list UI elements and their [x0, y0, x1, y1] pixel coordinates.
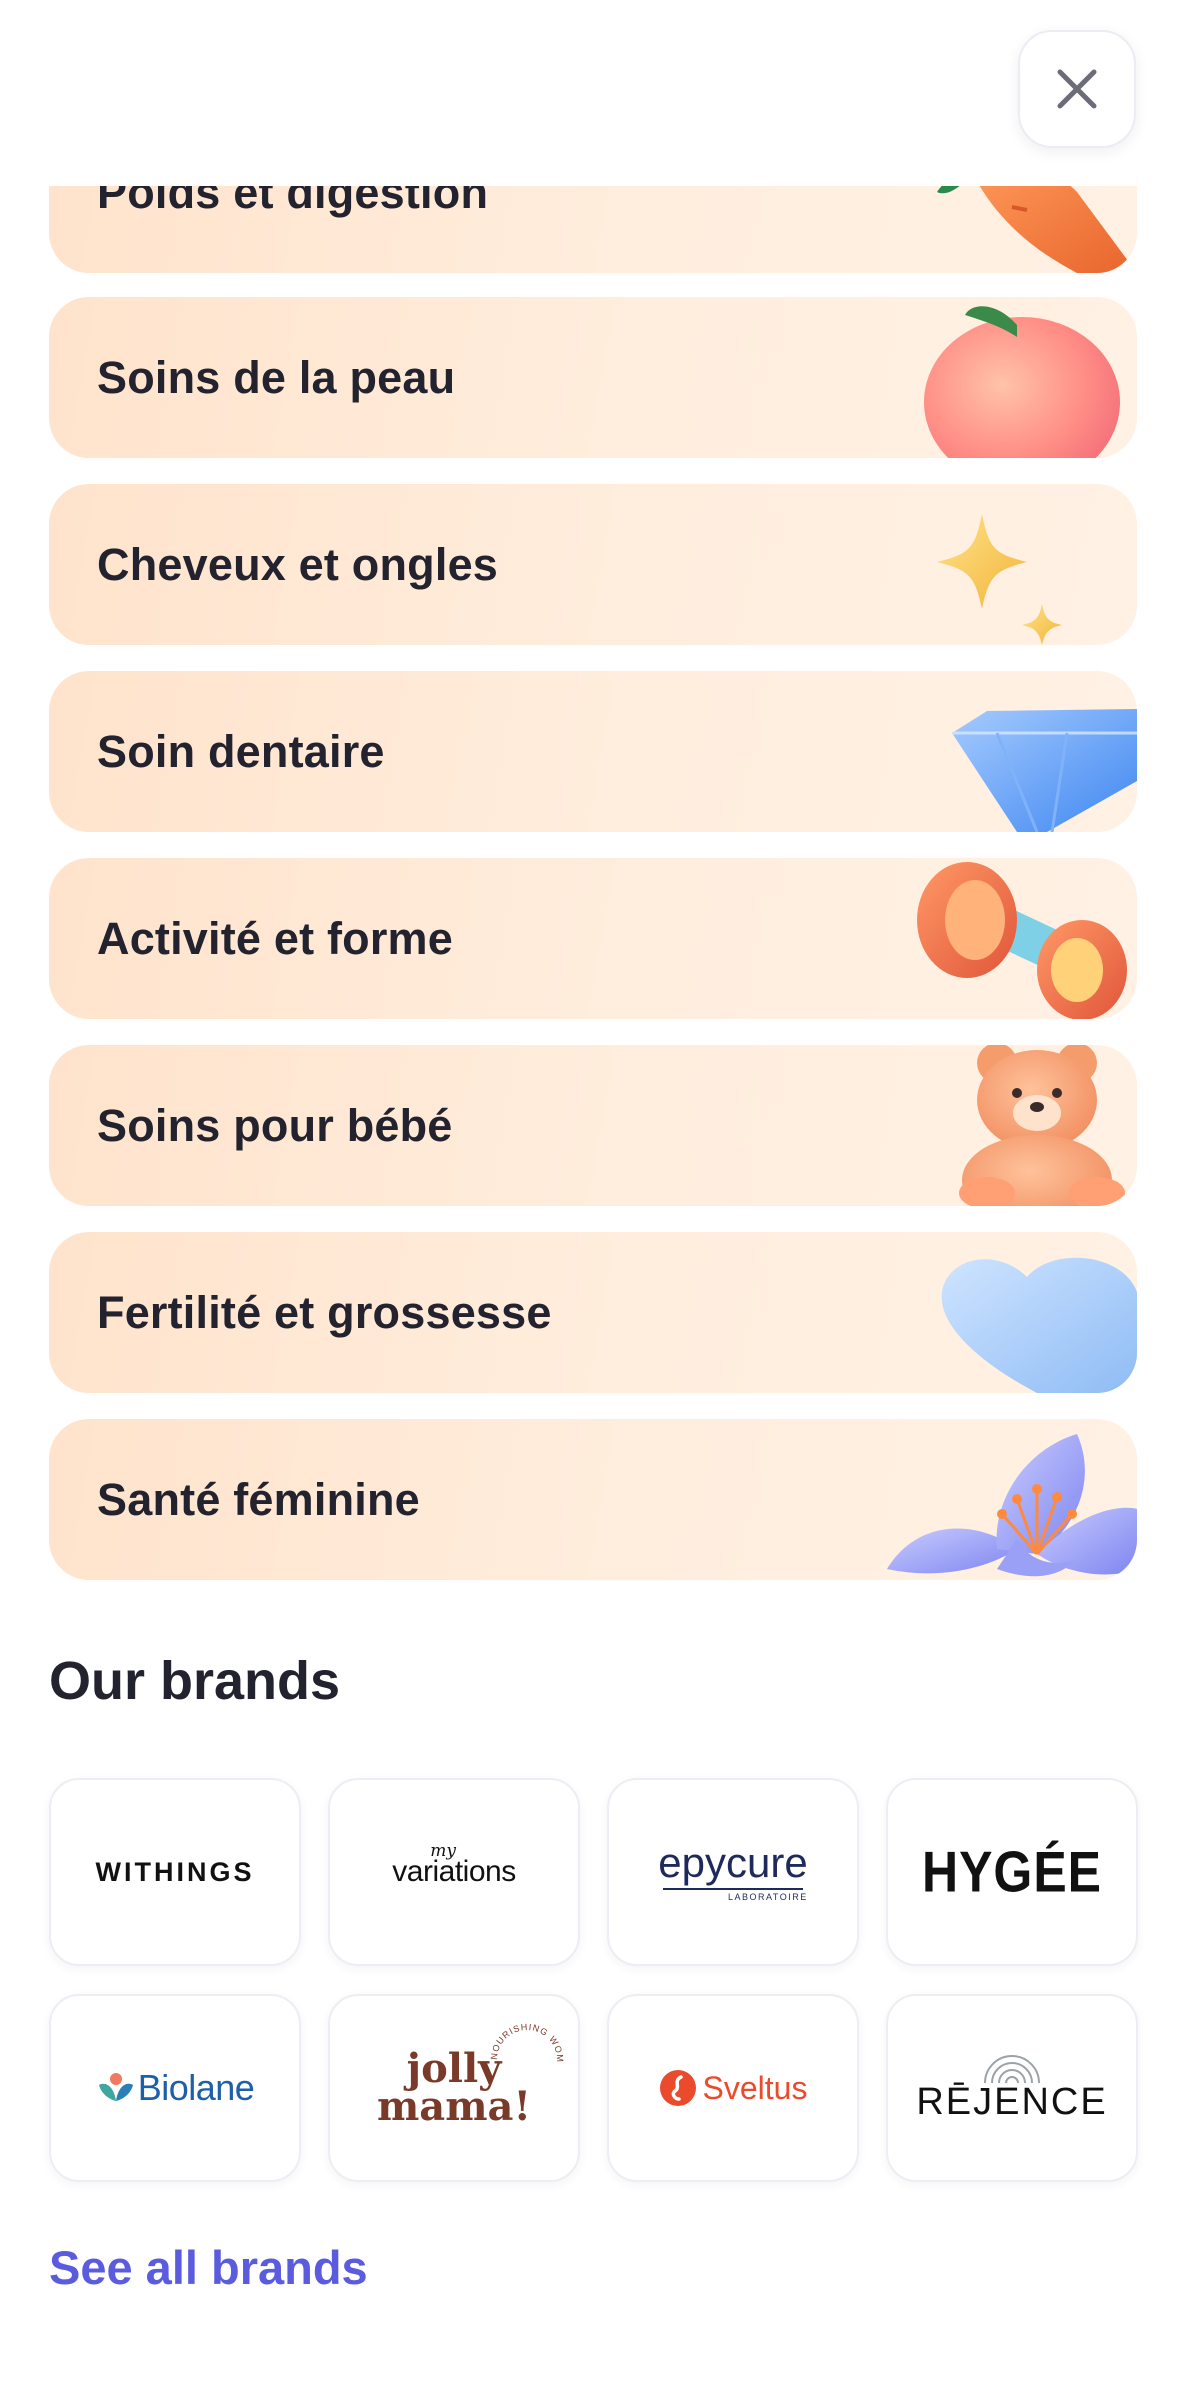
brand-logo-tag: NOURISHING WOMEN: [487, 2020, 565, 2063]
brand-logo-withings: WITHINGS: [95, 1856, 255, 1887]
category-label: Cheveux et ongles: [97, 538, 499, 590]
sheet-header: [0, 0, 1179, 186]
brand-logo-myvariations: my variations: [392, 1841, 516, 1889]
category-label: Soin dentaire: [97, 725, 385, 777]
diamond-icon: [952, 709, 1137, 832]
teddy-bear-icon: [959, 1045, 1125, 1206]
brand-tile-jollymama[interactable]: jolly mama! NOURISHING WOMEN: [328, 1994, 580, 2182]
category-label: Santé féminine: [97, 1473, 420, 1525]
category-card-cheveux-ongles[interactable]: Cheveux et ongles: [49, 484, 1137, 645]
category-label: Fertilité et grossesse: [97, 1286, 552, 1338]
category-card-activite-forme[interactable]: Activité et forme: [49, 858, 1137, 1019]
category-label: Activité et forme: [97, 912, 453, 964]
dumbbell-icon: [917, 862, 1127, 1019]
category-card-soins-bebe[interactable]: Soins pour bébé: [49, 1045, 1137, 1206]
brand-logo-text: RĒJENCE: [916, 2081, 1108, 2123]
brand-logo-tag: my: [430, 1841, 457, 1861]
category-card-fertilite-grossesse[interactable]: Fertilité et grossesse: [49, 1232, 1137, 1393]
carrot-icon: [937, 186, 1137, 273]
brand-tile-sveltus[interactable]: Sveltus: [607, 1994, 859, 2182]
brand-logo-underline: [662, 1888, 803, 1890]
close-button[interactable]: [1018, 30, 1136, 148]
brand-tile-rejence[interactable]: RĒJENCE: [886, 1994, 1138, 2182]
brand-tile-biolane[interactable]: Biolane: [49, 1994, 301, 2182]
brand-logo-biolane: Biolane: [96, 2067, 255, 2109]
brand-logo-text: epycure: [658, 1839, 808, 1886]
peach-icon: [924, 306, 1120, 458]
brands-section-title: Our brands: [49, 1651, 341, 1711]
categories-sheet: Poids et digestion Soins de la peau Chev…: [0, 0, 1179, 2396]
fingerprint-icon: [984, 2055, 1040, 2084]
category-card-poids-digestion[interactable]: Poids et digestion: [49, 186, 1137, 273]
category-label: Poids et digestion: [97, 186, 489, 218]
brand-logo-text: Biolane: [137, 2067, 255, 2108]
brand-tile-hygee[interactable]: HYGÉE: [886, 1778, 1138, 1966]
category-card-soin-dentaire[interactable]: Soin dentaire: [49, 671, 1137, 832]
category-card-sante-feminine[interactable]: Santé féminine: [49, 1419, 1137, 1580]
see-all-brands-link[interactable]: See all brands: [49, 2240, 368, 2295]
category-label: Soins pour bébé: [97, 1099, 453, 1151]
brand-logo-hygee: HYGÉE: [921, 1839, 1103, 1905]
heart-icon: [941, 1257, 1137, 1393]
brand-logo-rejence: RĒJENCE: [916, 2055, 1107, 2121]
brand-logo-jollymama: jolly mama! NOURISHING WOMEN: [377, 2020, 564, 2127]
brand-tile-withings[interactable]: WITHINGS: [49, 1778, 301, 1966]
close-icon: [1057, 69, 1097, 109]
category-label: Soins de la peau: [97, 351, 456, 403]
brand-logo-text: Sveltus: [702, 2069, 808, 2106]
brand-tile-myvariations[interactable]: my variations: [328, 1778, 580, 1966]
flower-icon: [887, 1434, 1137, 1577]
brand-logo-epycure: epycure LABORATOIRE: [658, 1842, 807, 1902]
sveltus-mark-icon: [659, 2070, 696, 2106]
brand-tile-epycure[interactable]: epycure LABORATOIRE: [607, 1778, 859, 1966]
biolane-leaf-icon: [98, 2073, 133, 2101]
sparkle-icon: [937, 514, 1062, 645]
svg-text:NOURISHING WOMEN: NOURISHING WOMEN: [487, 2020, 565, 2063]
brand-logo-sveltus: Sveltus: [659, 2069, 808, 2107]
brand-logo-tag: LABORATOIRE: [728, 1892, 808, 1902]
category-card-soins-peau[interactable]: Soins de la peau: [49, 297, 1137, 458]
